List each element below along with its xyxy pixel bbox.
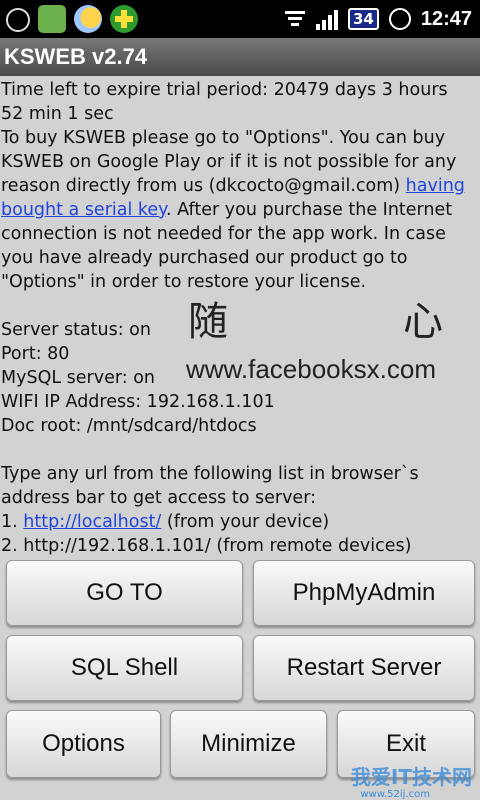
- phpmyadmin-button[interactable]: PhpMyAdmin: [253, 560, 475, 626]
- localhost-link[interactable]: http://localhost/: [23, 512, 161, 532]
- url-item-local-suffix: (from your device): [161, 512, 330, 532]
- trial-text: Time left to expire trial period: 20479 …: [1, 80, 448, 124]
- minimize-button[interactable]: Minimize: [170, 710, 327, 778]
- weather-icon: [74, 5, 102, 33]
- watermark-char-1: 随: [188, 299, 228, 345]
- wifi-icon: [284, 11, 305, 26]
- goto-button[interactable]: GO TO: [6, 560, 243, 626]
- options-button[interactable]: Options: [6, 710, 161, 778]
- watermark-char-2: 心: [403, 299, 443, 345]
- restart-server-button[interactable]: Restart Server: [253, 635, 475, 701]
- buy-text-before: To buy KSWEB please go to "Options". You…: [1, 128, 457, 196]
- signal-icon: [315, 8, 338, 30]
- notification-icons: [6, 3, 138, 35]
- image-watermark: 随 心 www.facebooksx.com: [186, 298, 446, 385]
- sql-shell-button[interactable]: SQL Shell: [6, 635, 243, 701]
- app-title: KSWEB v2.74: [0, 38, 480, 76]
- buy-text: To buy KSWEB please go to "Options". You…: [1, 126, 475, 294]
- app-icon: [38, 5, 66, 33]
- url-item-local-prefix: 1.: [1, 512, 24, 532]
- url-intro: Type any url from the following list in …: [1, 464, 419, 508]
- battery-icon: 34: [347, 8, 379, 30]
- status-bar: 34 12:47: [0, 0, 480, 38]
- usb-debug-icon: [6, 8, 30, 32]
- alarm-icon: [388, 8, 411, 30]
- status-icons: 34 12:47: [284, 0, 472, 38]
- clock: 12:47: [420, 7, 472, 30]
- doc-root: Doc root: /mnt/sdcard/htdocs: [1, 416, 257, 436]
- plus-icon: [110, 5, 138, 33]
- footer-watermark-text: 我爱IT技术网: [350, 765, 472, 789]
- footer-watermark-url: www.52ij.com: [360, 789, 430, 800]
- url-item-local: 1. http://localhost/ (from your device): [1, 510, 475, 534]
- watermark-url: www.facebooksx.com: [186, 354, 436, 384]
- url-item-remote: 2. http://192.168.1.101/ (from remote de…: [1, 536, 412, 556]
- wifi-ip: WIFI IP Address: 192.168.1.101: [1, 392, 275, 412]
